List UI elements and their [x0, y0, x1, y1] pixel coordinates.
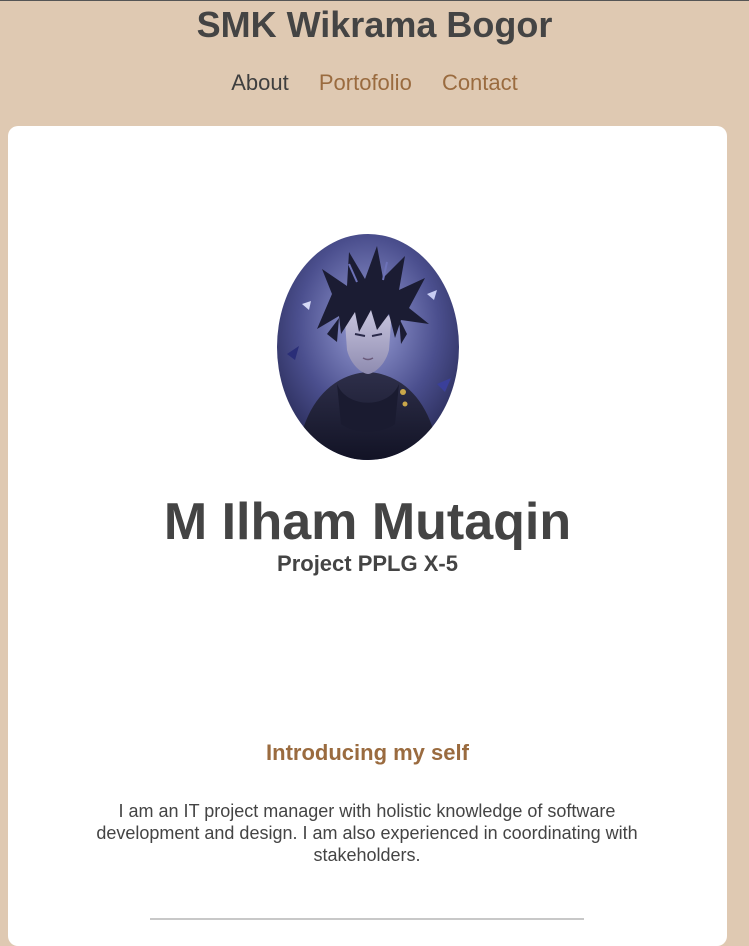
section-divider — [150, 918, 584, 920]
profile-role: Project PPLG X-5 — [277, 551, 458, 576]
profile-name: M Ilham Mutaqin — [163, 493, 572, 551]
intro-heading: Introducing my self — [266, 740, 469, 765]
nav-link-contact[interactable]: Contact — [442, 70, 518, 96]
nav-link-portfolio[interactable]: Portofolio — [319, 70, 412, 96]
nav-link-about[interactable]: About — [231, 70, 289, 96]
site-title: SMK Wikrama Bogor — [196, 4, 553, 45]
site-header: SMK Wikrama Bogor About Portofolio Conta… — [0, 0, 749, 126]
main-nav: About Portofolio Contact — [0, 70, 749, 96]
intro-paragraph: I am an IT project manager with holistic… — [96, 801, 638, 865]
profile-card: M Ilham Mutaqin Project PPLG X-5 Introdu… — [8, 126, 727, 946]
avatar-illustration — [277, 234, 459, 460]
avatar — [277, 234, 459, 460]
